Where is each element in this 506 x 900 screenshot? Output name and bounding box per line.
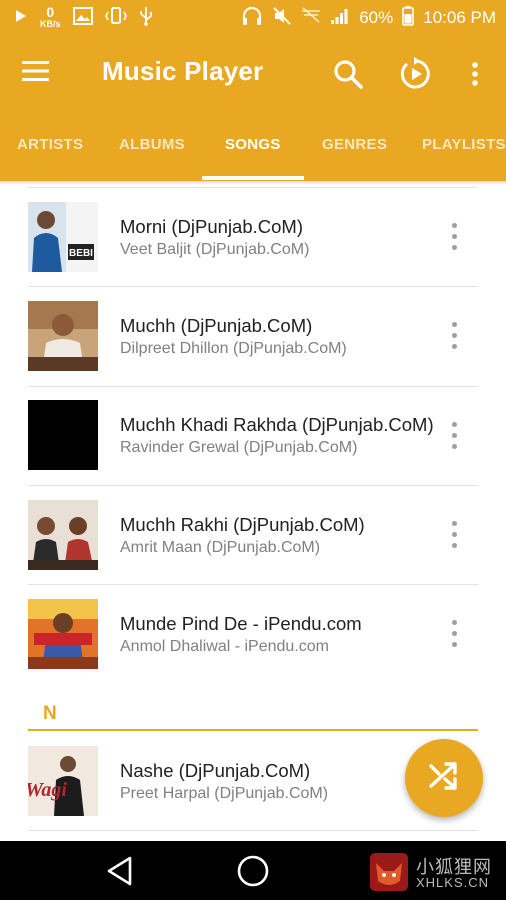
- song-artist: Anmol Dhaliwal - iPendu.com: [120, 638, 329, 655]
- section-header-letter: N: [43, 703, 57, 724]
- more-options-icon[interactable]: [442, 515, 468, 555]
- app-bar: Music Player: [0, 36, 506, 112]
- shuffle-button[interactable]: [405, 739, 483, 817]
- battery-icon: [402, 5, 415, 31]
- song-title: Morni (DjPunjab.CoM): [120, 216, 303, 237]
- watermark-text-en: XHLKS.CN: [416, 875, 490, 890]
- battery-percent: 60%: [359, 8, 394, 27]
- tab-playlists[interactable]: PLAYLISTS: [422, 136, 506, 153]
- song-title: Muchh Khadi Rakhda (DjPunjab.CoM): [120, 414, 434, 435]
- song-title: Nashe (DjPunjab.CoM): [120, 760, 311, 781]
- overflow-menu-icon[interactable]: [455, 54, 495, 94]
- network-speed-unit: KB/s: [40, 19, 61, 29]
- album-art: [28, 599, 98, 669]
- vibrate-icon: [104, 6, 127, 31]
- list-item[interactable]: Munde Pind De - iPendu.com Anmol Dhaliwa…: [0, 585, 506, 684]
- hamburger-menu-icon[interactable]: [22, 60, 54, 88]
- song-artist: Preet Harpal (DjPunjab.CoM): [120, 785, 329, 802]
- shuffle-icon: [427, 759, 461, 798]
- network-speed: 0 KB/s: [40, 4, 61, 29]
- list-item[interactable]: Muchh Khadi Rakhda (DjPunjab.CoM) Ravind…: [0, 387, 506, 486]
- status-left: 0 KB/s: [14, 4, 153, 32]
- section-divider: [28, 729, 478, 731]
- song-artist: Dilpreet Dhillon (DjPunjab.CoM): [120, 340, 347, 357]
- song-artist: Veet Baljit (DjPunjab.CoM): [120, 241, 310, 258]
- tab-indicator: [202, 176, 304, 180]
- more-options-icon[interactable]: [442, 614, 468, 654]
- home-icon[interactable]: [231, 851, 275, 891]
- song-artist: Amrit Maan (DjPunjab.CoM): [120, 539, 321, 556]
- headphones-icon: [241, 6, 263, 31]
- back-icon[interactable]: [98, 851, 142, 891]
- no-signal-icon: [301, 6, 321, 30]
- song-title: Muchh (DjPunjab.CoM): [120, 315, 313, 336]
- network-speed-value: 0: [46, 4, 55, 20]
- svg-text:Wagi: Wagi: [28, 779, 67, 801]
- tab-genres[interactable]: GENRES: [322, 136, 387, 153]
- tab-artists[interactable]: ARTISTS: [17, 136, 83, 153]
- play-icon: [14, 8, 28, 29]
- more-options-icon[interactable]: [442, 416, 468, 456]
- mute-icon: [272, 6, 292, 31]
- more-options-icon[interactable]: [442, 217, 468, 257]
- album-art: BEBI: [28, 202, 98, 272]
- navigation-bar: 小狐狸网 XHLKS.CN: [0, 841, 506, 900]
- song-artist: Ravinder Grewal (DjPunjab.CoM): [120, 439, 358, 456]
- svg-text:BEBI: BEBI: [69, 248, 93, 259]
- list-item[interactable]: Muchh Rakhi (DjPunjab.CoM) Amrit Maan (D…: [0, 486, 506, 585]
- album-art: Wagi: [28, 746, 98, 816]
- tabs-shadow: [0, 181, 506, 185]
- tab-albums[interactable]: ALBUMS: [119, 136, 185, 153]
- tab-bar: ARTISTS ALBUMS SONGS GENRES PLAYLISTS: [0, 112, 506, 181]
- album-art: [28, 500, 98, 570]
- tab-songs[interactable]: SONGS: [225, 136, 281, 153]
- playback-icon[interactable]: [396, 54, 436, 94]
- status-bar: 0 KB/s 60% 10:06 PM: [0, 0, 506, 36]
- list-item[interactable]: Muchh (DjPunjab.CoM) Dilpreet Dhillon (D…: [0, 287, 506, 386]
- status-right: 60% 10:06 PM: [241, 4, 496, 32]
- album-art: [28, 301, 98, 371]
- album-art-placeholder: [28, 400, 98, 470]
- app-title: Music Player: [102, 56, 264, 86]
- usb-icon: [139, 6, 153, 31]
- signal-icon: [330, 7, 350, 30]
- watermark: 小狐狸网 XHLKS.CN: [368, 851, 504, 893]
- fox-logo-icon: [370, 853, 408, 891]
- more-options-icon[interactable]: [442, 316, 468, 356]
- search-icon[interactable]: [328, 54, 368, 94]
- image-icon: [72, 6, 93, 30]
- clock: 10:06 PM: [423, 8, 496, 27]
- divider: [28, 830, 478, 831]
- top-bar: 0 KB/s 60% 10:06 PM Music Player ARTISTS…: [0, 0, 506, 181]
- song-title: Munde Pind De - iPendu.com: [120, 613, 362, 634]
- song-title: Muchh Rakhi (DjPunjab.CoM): [120, 514, 365, 535]
- list-item[interactable]: BEBI Morni (DjPunjab.CoM) Veet Baljit (D…: [0, 188, 506, 287]
